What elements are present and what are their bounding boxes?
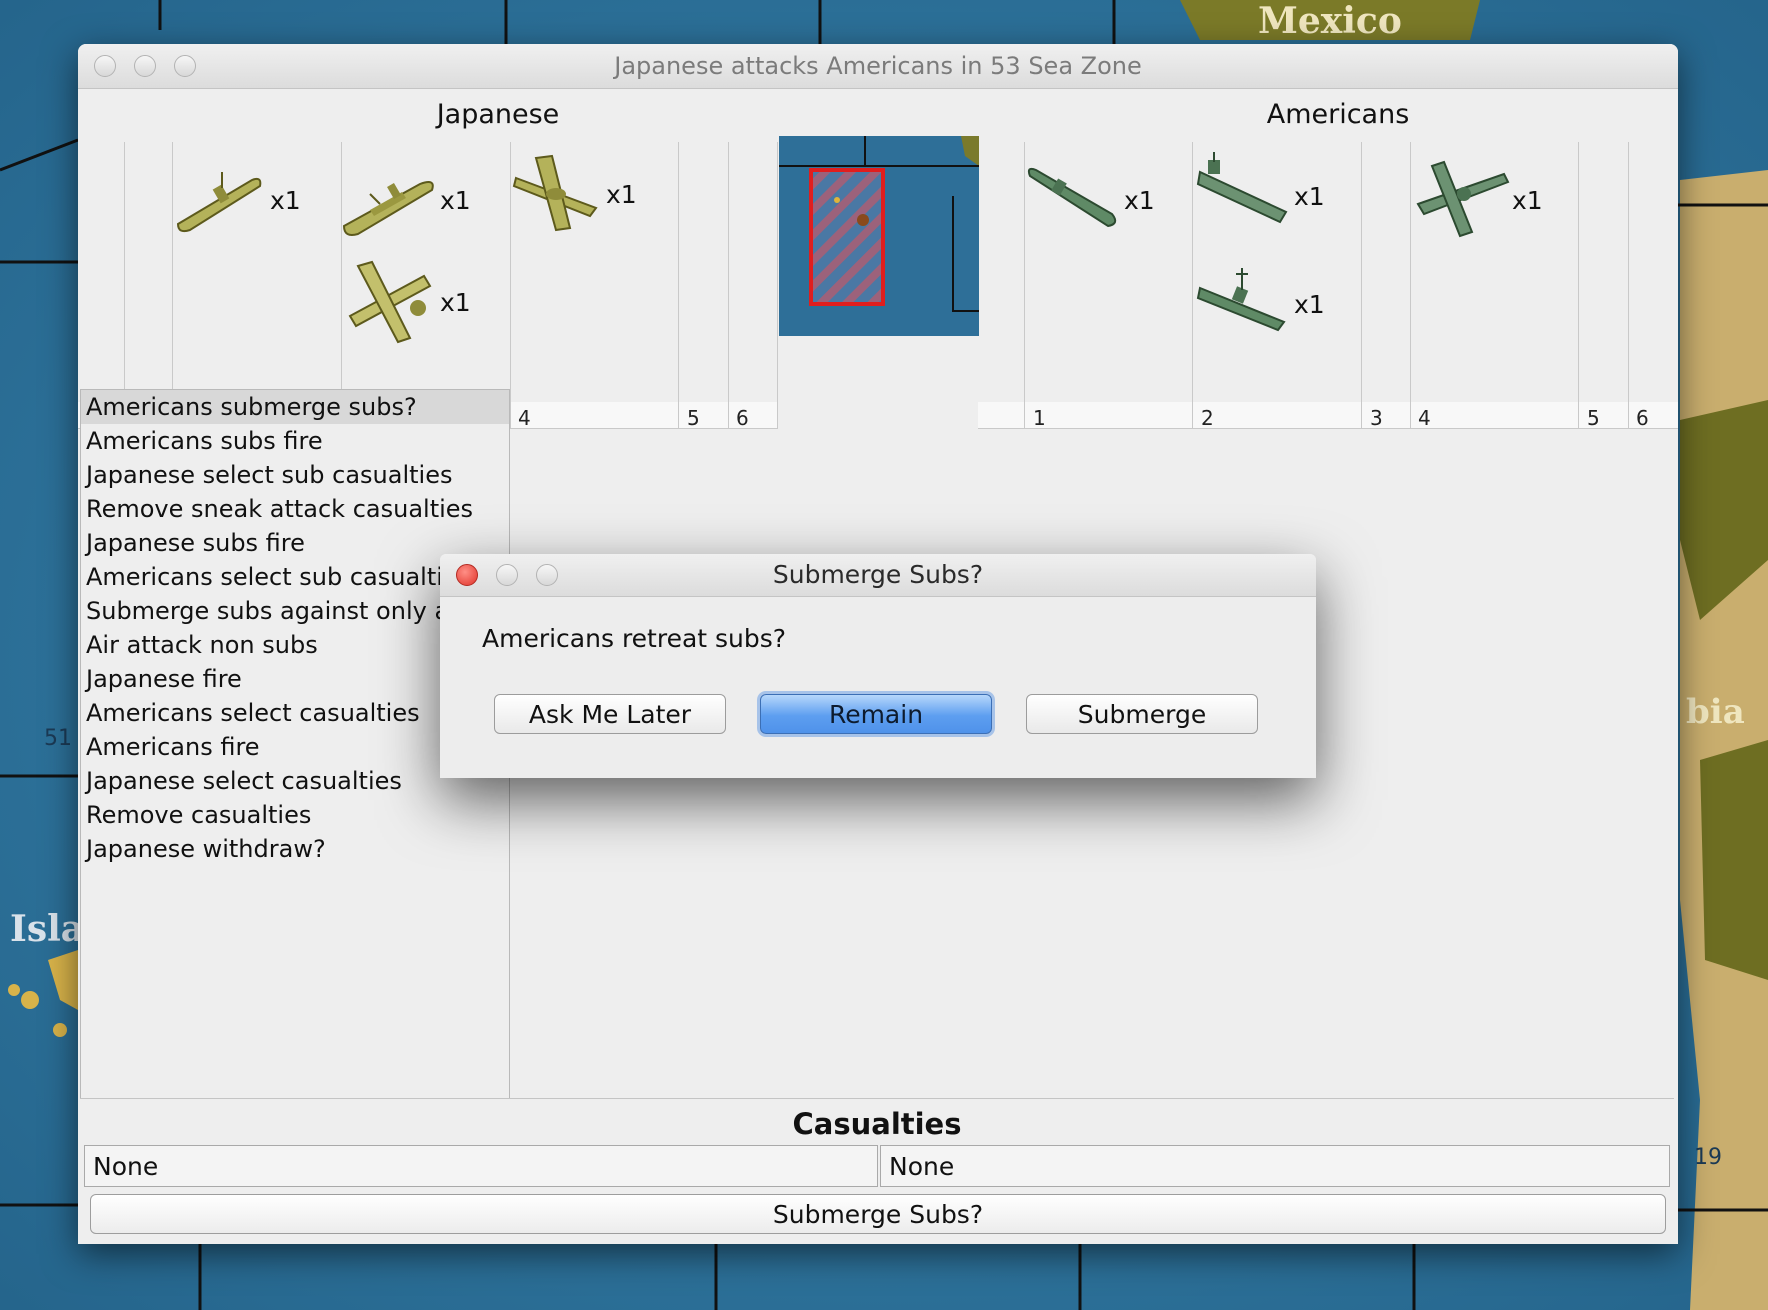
defender-col-6: 6 <box>1636 406 1649 430</box>
american-fighter-unit[interactable]: x1 <box>1412 154 1543 238</box>
attacker-col-6: 6 <box>736 406 749 430</box>
american-submarine-unit[interactable]: x1 <box>1024 154 1155 238</box>
minimize-dialog-button[interactable] <box>496 564 518 586</box>
attacker-casualties: None <box>84 1145 878 1187</box>
american-carrier-unit[interactable]: x1 <box>1194 150 1325 234</box>
window-titlebar: Japanese attacks Americans in 53 Sea Zon… <box>78 44 1678 89</box>
list-item[interactable]: Americans submerge subs? <box>81 390 509 424</box>
map-label-isla: Isla <box>10 908 85 950</box>
defender-col-4: 4 <box>1418 406 1431 430</box>
unit-count: x1 <box>440 186 471 215</box>
defender-col-1: 1 <box>1033 406 1046 430</box>
defender-col-2: 2 <box>1201 406 1214 430</box>
window-title: Japanese attacks Americans in 53 Sea Zon… <box>614 52 1142 80</box>
submarine-icon <box>1027 167 1117 228</box>
zone-number-19: 19 <box>1694 1145 1722 1170</box>
bomber-icon <box>512 154 598 232</box>
submerge-subs-action-button[interactable]: Submerge Subs? <box>90 1194 1666 1234</box>
unit-count: x1 <box>270 186 301 215</box>
submerge-subs-dialog: Submerge Subs? Americans retreat subs? A… <box>440 554 1316 778</box>
carrier-icon <box>1196 152 1288 224</box>
destroyer-icon <box>1196 268 1286 332</box>
defender-title: Americans <box>1266 99 1410 130</box>
dialog-titlebar: Submerge Subs? <box>440 554 1316 597</box>
attacker-title: Japanese <box>436 99 560 130</box>
battleship-icon <box>342 181 434 236</box>
unit-count: x1 <box>1512 186 1543 215</box>
japanese-submarine-unit[interactable]: x1 <box>170 154 301 238</box>
list-item[interactable]: Remove casualties <box>81 798 509 832</box>
fighter-icon <box>1416 160 1510 238</box>
defender-dice-ruler <box>978 402 1678 429</box>
attacker-col-4: 4 <box>518 406 531 430</box>
casualties-panel: Casualties None None <box>80 1098 1674 1187</box>
dialog-title: Submerge Subs? <box>772 560 984 589</box>
close-dialog-button[interactable] <box>456 564 478 586</box>
defender-casualties: None <box>880 1145 1670 1187</box>
remain-button[interactable]: Remain <box>760 694 992 734</box>
fighter-icon <box>348 260 432 344</box>
japanese-bomber-unit[interactable]: x1 <box>506 148 637 232</box>
map-label-bia: bia <box>1686 692 1745 732</box>
american-destroyer-unit[interactable]: x1 <box>1194 258 1325 342</box>
japanese-battleship-unit[interactable]: x1 <box>340 154 471 238</box>
list-item[interactable]: Japanese withdraw? <box>81 832 509 866</box>
zoom-dialog-button[interactable] <box>536 564 558 586</box>
defender-col-3: 3 <box>1370 406 1383 430</box>
unit-count: x1 <box>440 288 471 317</box>
attacker-col-5: 5 <box>687 406 700 430</box>
unit-count: x1 <box>606 180 637 209</box>
submerge-button[interactable]: Submerge <box>1026 694 1258 734</box>
zoom-window-button[interactable] <box>174 55 196 77</box>
defender-col-5: 5 <box>1587 406 1600 430</box>
list-item[interactable]: Japanese select sub casualties <box>81 458 509 492</box>
japanese-fighter-unit[interactable]: x1 <box>340 256 471 344</box>
list-item[interactable]: Americans subs fire <box>81 424 509 458</box>
submarine-icon <box>176 172 262 233</box>
ask-me-later-button[interactable]: Ask Me Later <box>494 694 726 734</box>
dialog-message: Americans retreat subs? <box>482 624 787 653</box>
close-window-button[interactable] <box>94 55 116 77</box>
map-label-mexico: Mexico <box>1258 0 1402 42</box>
unit-count: x1 <box>1124 186 1155 215</box>
casualties-title: Casualties <box>792 1107 962 1141</box>
zone-number-51: 51 <box>44 726 72 751</box>
sea-zone-minimap <box>779 136 979 336</box>
list-item[interactable]: Remove sneak attack casualties <box>81 492 509 526</box>
minimize-window-button[interactable] <box>134 55 156 77</box>
unit-count: x1 <box>1294 290 1325 319</box>
unit-count: x1 <box>1294 182 1325 211</box>
